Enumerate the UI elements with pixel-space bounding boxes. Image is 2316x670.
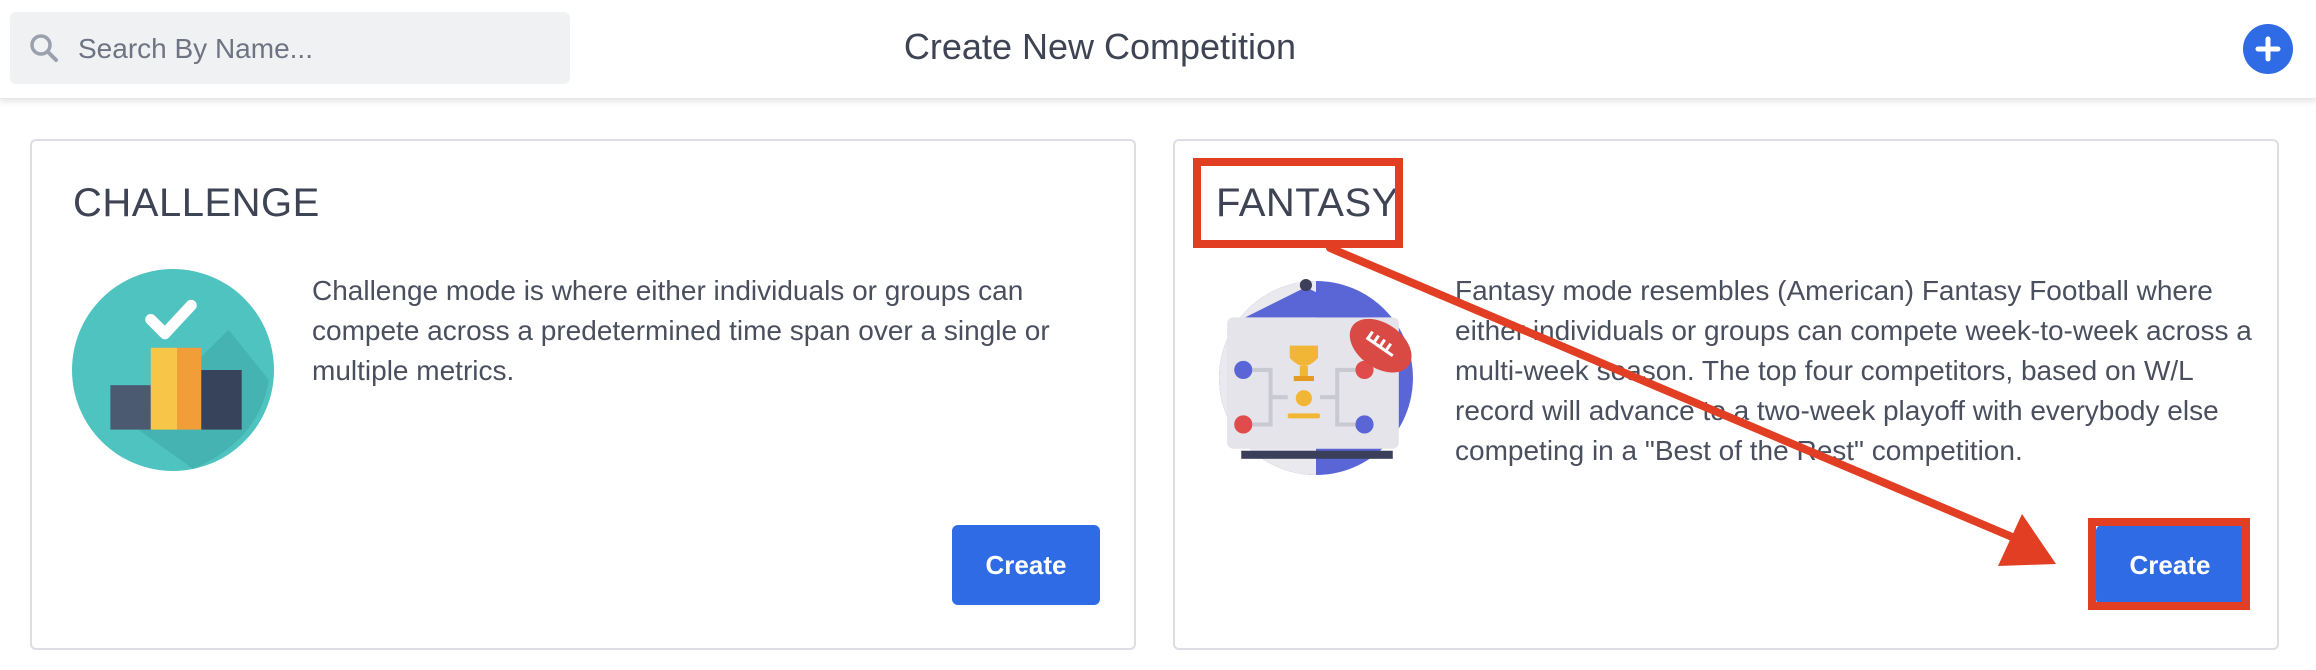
highlight-fantasy-title: [1193, 158, 1403, 248]
football-bracket-trophy-icon: [1219, 279, 1413, 475]
card-description: Challenge mode is where either individua…: [312, 275, 1050, 386]
podium-checkmark-icon: [72, 269, 274, 471]
top-bar: Create New Competition: [0, 0, 2316, 99]
card-title: CHALLENGE: [73, 181, 320, 225]
create-challenge-button[interactable]: Create: [952, 525, 1100, 605]
add-competition-button[interactable]: [2243, 24, 2293, 74]
plus-icon: [2255, 36, 2281, 62]
card-description: Fantasy mode resembles (American) Fantas…: [1455, 275, 2252, 466]
page-title: Create New Competition: [903, 26, 1297, 67]
challenge-card: CHALLENGE Challenge mode is where either…: [30, 139, 1136, 650]
highlight-fantasy-create-button: [2088, 518, 2250, 610]
